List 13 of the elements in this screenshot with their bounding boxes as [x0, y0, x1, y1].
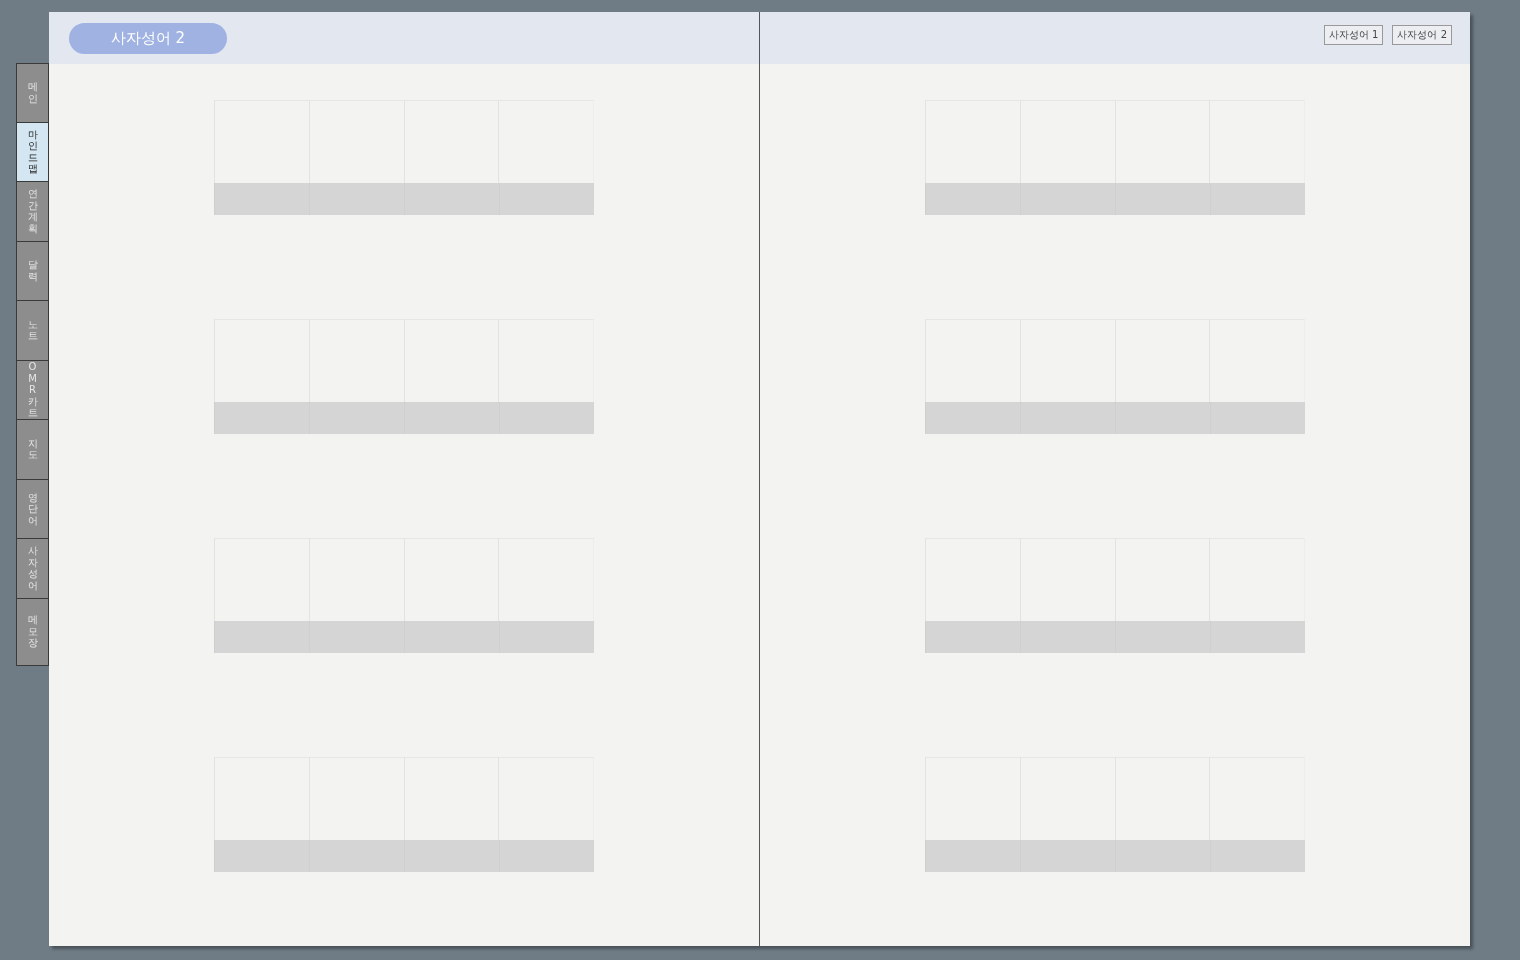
page-title: 사자성어 2: [69, 22, 227, 54]
side-tab[interactable]: 사자성어: [16, 539, 49, 599]
side-tab[interactable]: 영단어: [16, 479, 49, 539]
side-tab[interactable]: 마인드맵: [16, 122, 49, 182]
side-tab[interactable]: OMR카트: [16, 360, 49, 420]
side-tab[interactable]: 메인: [16, 63, 49, 123]
side-tab[interactable]: 노트: [16, 301, 49, 361]
side-tab[interactable]: 지도: [16, 420, 49, 480]
side-tab[interactable]: 달력: [16, 241, 49, 301]
side-tab[interactable]: 메모장: [16, 598, 49, 666]
page-button[interactable]: 사자성어 1: [1323, 25, 1384, 45]
page-button[interactable]: 사자성어 2: [1392, 25, 1452, 45]
side-tab[interactable]: 연간계획: [16, 182, 49, 242]
